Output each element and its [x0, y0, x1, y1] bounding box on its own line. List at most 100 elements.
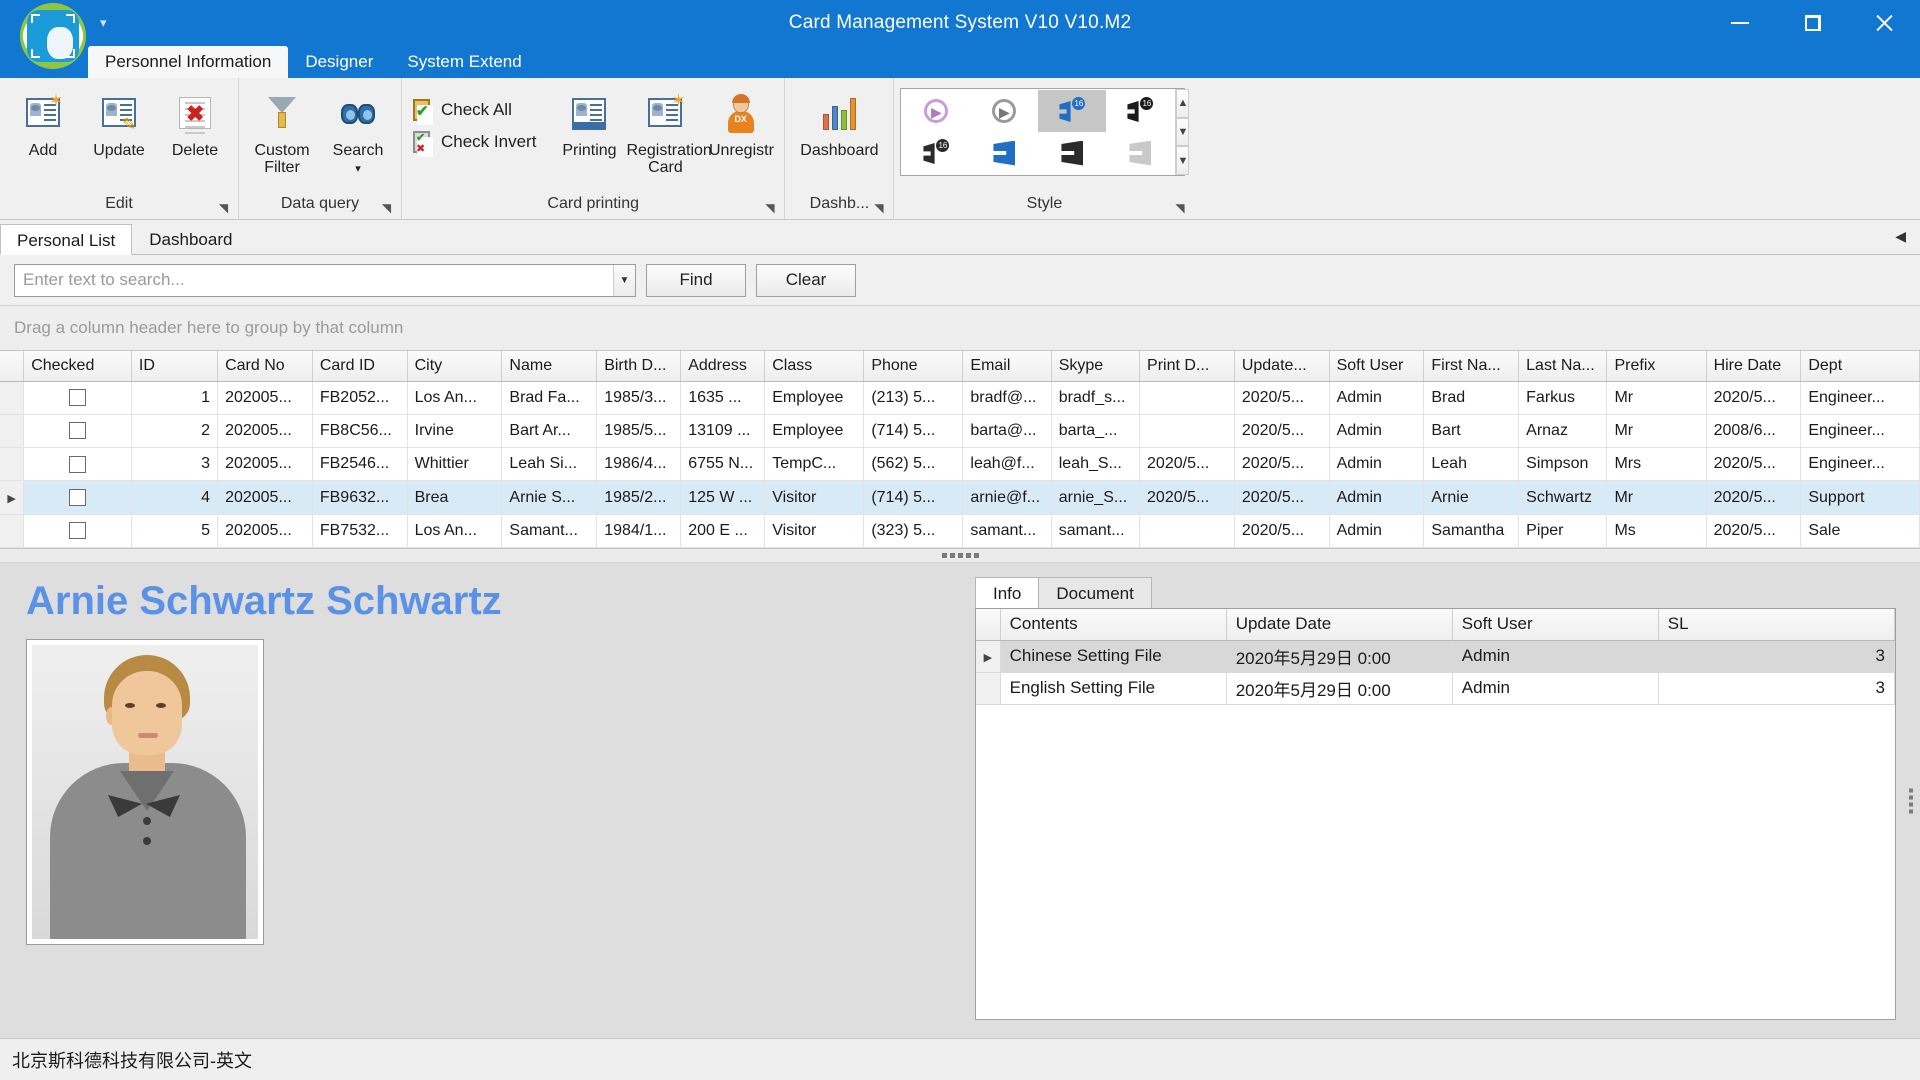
column-header-email[interactable]: Email	[962, 351, 1052, 382]
column-header-card_id[interactable]: Card ID	[312, 351, 408, 382]
row-checkbox[interactable]	[69, 455, 87, 473]
check-invert-button[interactable]: ✔ ✖ Check Invert	[408, 126, 544, 158]
quick-access-caret-icon[interactable]: ▾	[100, 16, 107, 29]
style-dialog-launcher-icon[interactable]: ◥	[1173, 202, 1186, 215]
style-gallery-scrollbar[interactable]: ▲ ▼ ▼	[1175, 89, 1190, 176]
table-row[interactable]: 2 202005... FB8C56... Irvine Bart Ar... 1985/…	[0, 414, 1920, 449]
printing-button[interactable]: Printing	[552, 84, 626, 159]
cell-checked[interactable]	[23, 447, 132, 482]
style-swatch-office-dark[interactable]	[1038, 132, 1106, 174]
style-scroll-up-icon[interactable]: ▲	[1176, 89, 1190, 118]
row-checkbox[interactable]	[69, 522, 87, 540]
column-header-phone[interactable]: Phone	[863, 351, 964, 382]
collapse-panel-icon[interactable]: ◀	[1895, 228, 1906, 245]
cell-phone: (714) 5...	[863, 414, 964, 449]
search-button[interactable]: Search ▾	[321, 84, 395, 178]
style-swatch-office-black-16[interactable]: 16	[1106, 90, 1174, 132]
table-row[interactable]: ▶ 4 202005... FB9632... Brea Arnie S... 1985/2…	[0, 480, 1920, 515]
style-gallery[interactable]: ▶ ▶ 16 16 16 ▲ ▼ ▼	[900, 88, 1190, 176]
ribbon-tab-designer[interactable]: Designer	[288, 46, 390, 78]
data-query-dialog-launcher-icon[interactable]: ◥	[380, 202, 393, 215]
style-swatch-office-blue-16[interactable]: 16	[1038, 90, 1107, 132]
tab-personal-list[interactable]: Personal List	[0, 224, 133, 255]
update-button[interactable]: ✎ Update	[82, 84, 156, 159]
add-button[interactable]: ✶ Add	[6, 84, 80, 159]
cell-checked[interactable]	[23, 514, 132, 548]
column-header-skype[interactable]: Skype	[1051, 351, 1141, 382]
document-row[interactable]: ▶ Chinese Setting File 2020年5月29日 0:00 Admi…	[976, 640, 1895, 673]
cell-address: 6755 N...	[680, 447, 766, 482]
edit-dialog-launcher-icon[interactable]: ◥	[217, 202, 230, 215]
row-checkbox[interactable]	[69, 488, 87, 506]
column-header-card_no[interactable]: Card No	[217, 351, 313, 382]
ribbon-tab-system-extend[interactable]: System Extend	[390, 46, 538, 78]
style-swatch-devexpress-violet[interactable]: ▶	[902, 90, 970, 132]
style-swatch-office-dark-16[interactable]: 16	[902, 132, 970, 174]
cell-checked[interactable]	[23, 480, 132, 515]
document-row[interactable]: English Setting File 2020年5月29日 0:00 Admin…	[976, 672, 1895, 705]
column-header-first_na[interactable]: First Na...	[1423, 351, 1520, 382]
tab-document[interactable]: Document	[1038, 577, 1152, 608]
column-header-name[interactable]: Name	[501, 351, 598, 382]
column-header-hire_date[interactable]: Hire Date	[1706, 351, 1802, 382]
doc-column-header-update_date[interactable]: Update Date	[1226, 609, 1453, 641]
cell-card_no: 202005...	[217, 514, 313, 548]
doc-column-header-soft_user[interactable]: Soft User	[1452, 609, 1659, 641]
dashboard-dialog-launcher-icon[interactable]: ◥	[872, 202, 885, 215]
column-header-last_na[interactable]: Last Na...	[1518, 351, 1608, 382]
doc-cell-sl: 3	[1658, 672, 1895, 705]
column-header-address[interactable]: Address	[680, 351, 766, 382]
registration-card-button[interactable]: ✶ Registration Card	[626, 84, 711, 176]
column-header-class[interactable]: Class	[764, 351, 865, 382]
column-header-city[interactable]: City	[407, 351, 503, 382]
style-scroll-more-icon[interactable]: ▼	[1176, 146, 1190, 176]
ribbon-group-label-style: Style ◥	[900, 193, 1188, 219]
table-row[interactable]: 5 202005... FB7532... Los An... Samant... 198…	[0, 514, 1920, 548]
cell-city: Los An...	[407, 381, 503, 415]
check-all-button[interactable]: ✔ Check All	[408, 94, 544, 126]
vertical-splitter[interactable]	[1909, 788, 1913, 813]
cell-checked[interactable]	[23, 381, 132, 415]
column-header-checked[interactable]: Checked	[23, 351, 132, 382]
row-checkbox[interactable]	[69, 422, 87, 440]
personnel-grid[interactable]: Checked ID Card No Card ID City Name Birth D..…	[0, 351, 1920, 549]
cell-name: Bart Ar...	[501, 414, 598, 449]
custom-filter-button[interactable]: Custom Filter	[245, 84, 319, 176]
table-row[interactable]: 1 202005... FB2052... Los An... Brad Fa... 19…	[0, 381, 1920, 415]
clear-button[interactable]: Clear	[756, 263, 856, 297]
column-header-print_d[interactable]: Print D...	[1139, 351, 1235, 382]
unregister-button[interactable]: DX Unregistr	[704, 84, 778, 159]
tab-dashboard[interactable]: Dashboard	[132, 223, 249, 254]
column-header-birth[interactable]: Birth D...	[596, 351, 682, 382]
dashboard-button[interactable]: Dashboard	[791, 84, 887, 159]
delete-button[interactable]: ✖ Delete	[158, 84, 232, 159]
search-dropdown-icon[interactable]: ▼	[613, 264, 635, 296]
ribbon-tab-personnel-information[interactable]: Personnel Information	[88, 46, 289, 78]
cell-checked[interactable]	[23, 414, 132, 449]
horizontal-splitter[interactable]	[0, 549, 1920, 563]
doc-column-header-sl[interactable]: SL	[1658, 609, 1895, 641]
column-header-prefix[interactable]: Prefix	[1606, 351, 1707, 382]
card-printing-dialog-launcher-icon[interactable]: ◥	[763, 202, 776, 215]
doc-column-header-contents[interactable]: Contents	[1000, 609, 1227, 641]
table-row[interactable]: 3 202005... FB2546... Whittier Leah Si... 198…	[0, 447, 1920, 482]
style-swatch-office-white[interactable]	[1106, 132, 1174, 174]
close-button[interactable]	[1848, 0, 1920, 46]
style-swatch-devexpress-gray[interactable]: ▶	[970, 90, 1038, 132]
search-dropdown-caret-icon[interactable]: ▾	[355, 163, 361, 175]
column-header-update[interactable]: Update...	[1234, 351, 1330, 382]
find-button[interactable]: Find	[646, 263, 746, 297]
style-scroll-down-icon[interactable]: ▼	[1176, 117, 1190, 147]
row-checkbox[interactable]	[69, 388, 87, 406]
restore-button[interactable]	[1776, 0, 1848, 46]
style-swatch-office-colorful[interactable]	[970, 132, 1038, 174]
search-combobox[interactable]: ▼	[14, 263, 636, 297]
tab-info[interactable]: Info	[975, 577, 1040, 608]
column-header-dept[interactable]: Dept	[1800, 351, 1920, 382]
search-input[interactable]	[15, 264, 613, 296]
group-by-panel[interactable]: Drag a column header here to group by th…	[0, 306, 1920, 351]
column-header-soft_user[interactable]: Soft User	[1329, 351, 1425, 382]
column-header-id[interactable]: ID	[131, 351, 219, 382]
document-grid[interactable]: Contents Update Date Soft User SL ▶ Chinese …	[975, 608, 1896, 1020]
minimize-button[interactable]	[1704, 0, 1776, 46]
